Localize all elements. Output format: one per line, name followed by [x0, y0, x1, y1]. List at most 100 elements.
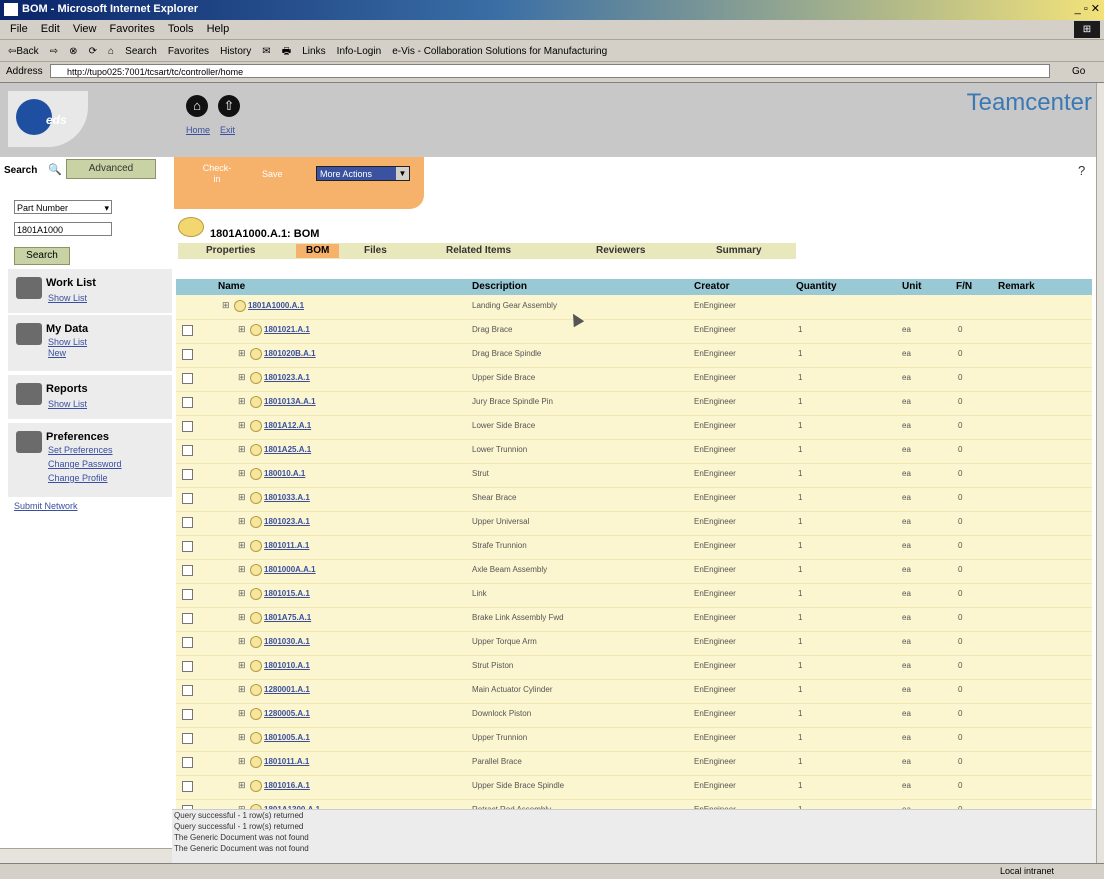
table-row[interactable]: ⊞ 1801021.A.1 Drag Brace EnEngineer 1 ea 0	[176, 319, 1092, 344]
tab-bom[interactable]: BOM	[296, 244, 340, 258]
item-name-link[interactable]: 1801010.A.1	[264, 661, 310, 670]
item-name-link[interactable]: 1801030.A.1	[264, 637, 310, 646]
save-action[interactable]: Save	[262, 169, 283, 179]
row-checkbox[interactable]	[182, 613, 193, 624]
table-row[interactable]: ⊞ 1801016.A.1 Upper Side Brace Spindle EnEn…	[176, 775, 1092, 800]
favorites-button[interactable]: Favorites	[168, 46, 209, 57]
row-checkbox[interactable]	[182, 517, 193, 528]
item-name-link[interactable]: 1801A75.A.1	[264, 613, 311, 622]
item-name-link[interactable]: 1801011.A.1	[264, 757, 309, 766]
table-row[interactable]: ⊞ 1801023.A.1 Upper Side Brace EnEngineer 1 e…	[176, 367, 1092, 392]
exit-link[interactable]: Exit	[220, 125, 235, 135]
expand-icon[interactable]: ⊞	[238, 588, 246, 599]
table-row[interactable]: ⊞ 1801005.A.1 Upper Trunnion EnEngineer 1 ea 0	[176, 727, 1092, 752]
table-row[interactable]: ⊞ 1801000A.A.1 Axle Beam Assembly EnEnginee…	[176, 559, 1092, 584]
item-name-link[interactable]: 1801000A.A.1	[264, 565, 316, 574]
table-row[interactable]: ⊞ 1801011.A.1 Parallel Brace EnEngineer 1 ea 0	[176, 751, 1092, 776]
set-preferences-link[interactable]: Set Preferences	[48, 445, 113, 455]
item-name-link[interactable]: 180010.A.1	[264, 469, 305, 478]
col-remark[interactable]: Remark	[998, 281, 1035, 292]
link-info-login[interactable]: Info-Login	[337, 46, 381, 57]
expand-icon[interactable]: ⊞	[238, 636, 246, 647]
change-password-link[interactable]: Change Password	[48, 459, 122, 469]
table-row[interactable]: ⊞ 1801A1000.A.1 Landing Gear Assembly EnEng…	[176, 295, 1092, 320]
expand-icon[interactable]: ⊞	[238, 780, 246, 791]
item-name-link[interactable]: 1801023.A.1	[264, 517, 310, 526]
menu-file[interactable]: File	[10, 23, 28, 35]
tab-properties[interactable]: Properties	[206, 244, 255, 258]
row-checkbox[interactable]	[182, 565, 193, 576]
expand-icon[interactable]: ⊞	[238, 396, 246, 407]
mail-icon[interactable]: ✉	[262, 46, 270, 57]
change-profile-link[interactable]: Change Profile	[48, 473, 108, 483]
table-row[interactable]: ⊞ 1801015.A.1 Link EnEngineer 1 ea 0	[176, 583, 1092, 608]
row-checkbox[interactable]	[182, 589, 193, 600]
row-checkbox[interactable]	[182, 709, 193, 720]
expand-icon[interactable]: ⊞	[238, 756, 246, 767]
more-actions-select[interactable]: More Actions ▼	[316, 166, 410, 181]
tab-reviewers[interactable]: Reviewers	[596, 244, 645, 258]
table-row[interactable]: ⊞ 1280005.A.1 Downlock Piston EnEngineer 1 ea…	[176, 703, 1092, 728]
expand-icon[interactable]: ⊞	[222, 300, 230, 311]
exit-icon[interactable]: ⇧	[218, 95, 240, 117]
tab-summary[interactable]: Summary	[716, 244, 762, 258]
window-controls[interactable]: _ ▫ ✕	[1075, 2, 1100, 15]
table-row[interactable]: ⊞ 1801033.A.1 Shear Brace EnEngineer 1 ea 0	[176, 487, 1092, 512]
expand-icon[interactable]: ⊞	[238, 372, 246, 383]
part-number-input[interactable]: 1801A1000	[14, 222, 112, 236]
expand-icon[interactable]: ⊞	[238, 612, 246, 623]
item-name-link[interactable]: 1801023.A.1	[264, 373, 310, 382]
row-checkbox[interactable]	[182, 541, 193, 552]
row-checkbox[interactable]	[182, 733, 193, 744]
row-checkbox[interactable]	[182, 781, 193, 792]
print-icon[interactable]: 🖶	[282, 44, 291, 61]
back-button[interactable]: ⇦Back	[8, 46, 39, 57]
menu-favorites[interactable]: Favorites	[110, 23, 155, 35]
row-checkbox[interactable]	[182, 637, 193, 648]
table-row[interactable]: ⊞ 180010.A.1 Strut EnEngineer 1 ea 0	[176, 463, 1092, 488]
part-number-select[interactable]: Part Number ▾	[14, 200, 112, 214]
item-name-link[interactable]: 1801005.A.1	[264, 733, 310, 742]
expand-icon[interactable]: ⊞	[238, 708, 246, 719]
home-link[interactable]: Home	[186, 125, 210, 135]
row-checkbox[interactable]	[182, 685, 193, 696]
reports-show-list-link[interactable]: Show List	[48, 399, 87, 409]
expand-icon[interactable]: ⊞	[238, 684, 246, 695]
refresh-icon[interactable]: ⟳	[89, 46, 97, 57]
vertical-scrollbar[interactable]	[1096, 83, 1104, 863]
col-fn[interactable]: F/N	[956, 281, 972, 292]
home-icon[interactable]: ⌂	[186, 95, 208, 117]
expand-icon[interactable]: ⊞	[238, 564, 246, 575]
row-checkbox[interactable]	[182, 469, 193, 480]
mydata-show-list-link[interactable]: Show List	[48, 337, 87, 347]
advanced-search-button[interactable]: Advanced	[66, 159, 156, 179]
help-icon[interactable]: ?	[1078, 163, 1085, 178]
horizontal-scrollbar[interactable]	[0, 848, 172, 863]
expand-icon[interactable]: ⊞	[238, 348, 246, 359]
item-name-link[interactable]: 1801033.A.1	[264, 493, 310, 502]
expand-icon[interactable]: ⊞	[238, 492, 246, 503]
table-row[interactable]: ⊞ 1801A12.A.1 Lower Side Brace EnEngineer 1 e…	[176, 415, 1092, 440]
tab-files[interactable]: Files	[364, 244, 387, 258]
table-row[interactable]: ⊞ 1280001.A.1 Main Actuator Cylinder EnEngi…	[176, 679, 1092, 704]
expand-icon[interactable]: ⊞	[238, 660, 246, 671]
table-row[interactable]: ⊞ 1801010.A.1 Strut Piston EnEngineer 1 ea 0	[176, 655, 1092, 680]
forward-button[interactable]: ⇨	[50, 46, 58, 57]
table-row[interactable]: ⊞ 1801020B.A.1 Drag Brace Spindle EnEnginee…	[176, 343, 1092, 368]
row-checkbox[interactable]	[182, 349, 193, 360]
search-button[interactable]: Search	[125, 46, 157, 57]
item-name-link[interactable]: 1801016.A.1	[264, 781, 310, 790]
tab-related-items[interactable]: Related Items	[446, 244, 511, 258]
row-checkbox[interactable]	[182, 421, 193, 432]
row-checkbox[interactable]	[182, 661, 193, 672]
row-checkbox[interactable]	[182, 445, 193, 456]
search-submit-button[interactable]: Search	[14, 247, 70, 265]
link-evis[interactable]: e-Vis - Collaboration Solutions for Manu…	[392, 46, 607, 57]
item-name-link[interactable]: 1801A1000.A.1	[248, 301, 304, 310]
item-name-link[interactable]: 1280005.A.1	[264, 709, 310, 718]
col-description[interactable]: Description	[472, 281, 527, 292]
menu-tools[interactable]: Tools	[168, 23, 194, 35]
table-row[interactable]: ⊞ 1801030.A.1 Upper Torque Arm EnEngineer 1 e…	[176, 631, 1092, 656]
stop-icon[interactable]: ⊗	[69, 46, 77, 57]
home-icon[interactable]: ⌂	[108, 46, 114, 57]
